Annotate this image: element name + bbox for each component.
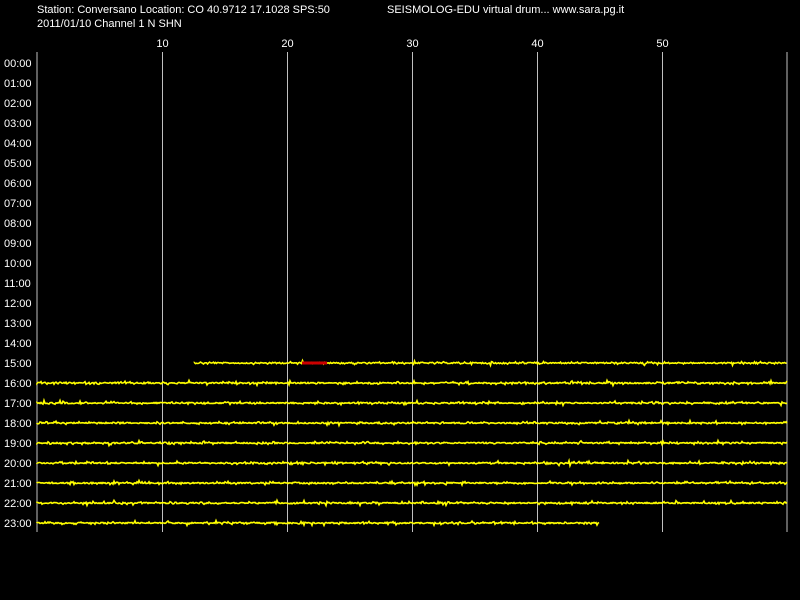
y-tick-label-2100: 21:00 [4,478,32,490]
y-tick-label-1600: 16:00 [4,378,32,390]
y-tick-label-2200: 22:00 [4,498,32,510]
y-tick-label-1500: 15:00 [4,358,32,370]
x-tick-label-20: 20 [281,38,293,50]
y-tick-label-2300: 23:00 [4,518,32,530]
seismogram-drum-chart: 10 20 30 40 50 00:00 01:00 02:00 03:00 04:00 05:0… [4,38,788,532]
y-tick-label-0500: 05:00 [4,158,32,170]
y-tick-label-1000: 10:00 [4,258,32,270]
y-tick-label-1700: 17:00 [4,398,32,410]
x-tick-labels: 10 20 30 40 50 [156,38,668,50]
x-tick-label-10: 10 [156,38,168,50]
y-tick-label-0800: 08:00 [4,218,32,230]
y-tick-label-0600: 06:00 [4,178,32,190]
y-tick-label-0200: 02:00 [4,98,32,110]
x-tick-label-40: 40 [531,38,543,50]
y-tick-labels: 00:00 01:00 02:00 03:00 04:00 05:00 06:00 07:00… [4,58,32,530]
x-tick-label-50: 50 [656,38,668,50]
y-tick-label-1400: 14:00 [4,338,32,350]
x-tick-label-30: 30 [406,38,418,50]
y-tick-label-1200: 12:00 [4,298,32,310]
grid-layer [36,52,788,532]
y-tick-label-1900: 19:00 [4,438,32,450]
y-tick-label-0900: 09:00 [4,238,32,250]
y-tick-label-1800: 18:00 [4,418,32,430]
trace-2300 [36,518,600,528]
y-tick-label-0000: 00:00 [4,58,32,70]
y-tick-label-1300: 13:00 [4,318,32,330]
y-tick-label-1100: 11:00 [4,278,31,290]
y-tick-label-0700: 07:00 [4,198,32,210]
y-tick-label-2000: 20:00 [4,458,32,470]
y-tick-label-0300: 03:00 [4,118,32,130]
y-tick-label-0400: 04:00 [4,138,32,150]
y-tick-label-0100: 01:00 [4,78,32,90]
trace-1500 [193,358,787,368]
